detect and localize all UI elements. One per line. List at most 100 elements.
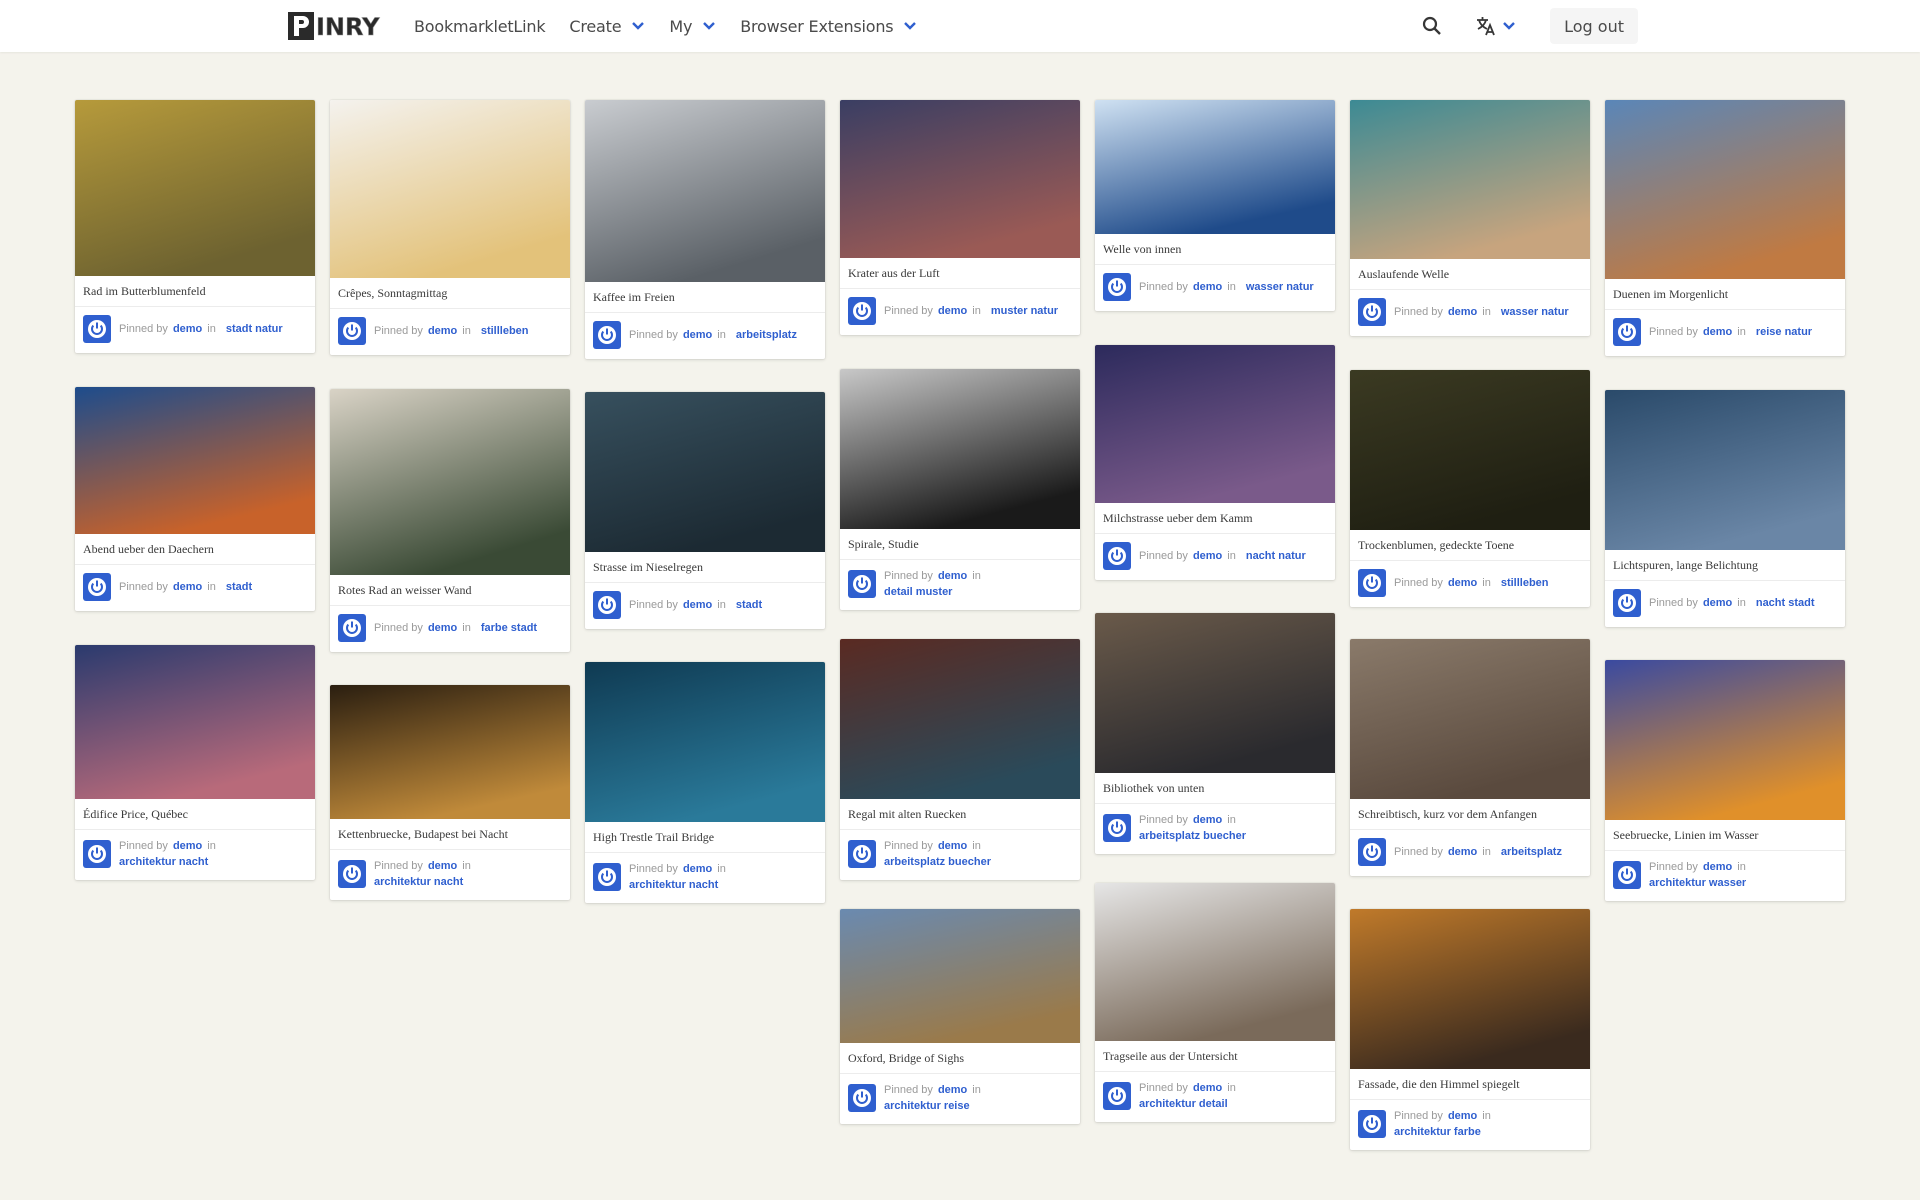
pin-card[interactable]: Kaffee im Freien Pinned by demo in arbeitspl… bbox=[585, 100, 825, 359]
pin-image[interactable] bbox=[840, 909, 1080, 1043]
pin-image[interactable] bbox=[330, 389, 570, 575]
avatar[interactable] bbox=[83, 573, 111, 601]
avatar[interactable] bbox=[1103, 1082, 1131, 1110]
pin-image[interactable] bbox=[1350, 370, 1590, 530]
pin-image[interactable] bbox=[1605, 100, 1845, 279]
pin-image[interactable] bbox=[840, 100, 1080, 258]
pin-user-link[interactable]: demo bbox=[1448, 577, 1477, 589]
pin-card[interactable]: Welle von innen Pinned by demo in wasser nat… bbox=[1095, 100, 1335, 311]
pin-boards-link[interactable]: stillleben bbox=[1501, 577, 1549, 589]
avatar[interactable] bbox=[83, 840, 111, 868]
pin-boards-link[interactable]: stillleben bbox=[481, 325, 529, 337]
pin-user-link[interactable]: demo bbox=[1703, 597, 1732, 609]
pin-user-link[interactable]: demo bbox=[938, 305, 967, 317]
pin-boards-link[interactable]: muster natur bbox=[991, 305, 1058, 317]
pin-user-link[interactable]: demo bbox=[683, 329, 712, 341]
pin-card[interactable]: High Trestle Trail Bridge Pinned by demo in… bbox=[585, 662, 825, 903]
pin-card[interactable]: Lichtspuren, lange Belichtung Pinned by de… bbox=[1605, 390, 1845, 627]
avatar[interactable] bbox=[1358, 569, 1386, 597]
pin-user-link[interactable]: demo bbox=[1193, 1082, 1222, 1094]
pin-user-link[interactable]: demo bbox=[1193, 281, 1222, 293]
pin-user-link[interactable]: demo bbox=[683, 599, 712, 611]
pin-boards-link[interactable]: reise natur bbox=[1756, 326, 1812, 338]
pin-image[interactable] bbox=[585, 392, 825, 552]
avatar[interactable] bbox=[83, 315, 111, 343]
pin-card[interactable]: Bibliothek von unten Pinned by demo in arbei… bbox=[1095, 613, 1335, 854]
avatar[interactable] bbox=[1103, 273, 1131, 301]
pin-card[interactable]: Duenen im Morgenlicht Pinned by demo in reis… bbox=[1605, 100, 1845, 356]
pin-image[interactable] bbox=[75, 645, 315, 799]
pin-card[interactable]: Rotes Rad an weisser Wand Pinned by demo in… bbox=[330, 389, 570, 652]
avatar[interactable] bbox=[1103, 814, 1131, 842]
pin-boards-link[interactable]: arbeitsplatz buecher bbox=[884, 856, 991, 868]
pin-boards-link[interactable]: nacht stadt bbox=[1756, 597, 1815, 609]
avatar[interactable] bbox=[338, 860, 366, 888]
pin-user-link[interactable]: demo bbox=[1193, 550, 1222, 562]
pin-boards-link[interactable]: stadt bbox=[226, 581, 252, 593]
pin-boards-link[interactable]: architektur reise bbox=[884, 1100, 970, 1112]
pin-image[interactable] bbox=[840, 369, 1080, 529]
avatar[interactable] bbox=[593, 591, 621, 619]
pin-user-link[interactable]: demo bbox=[428, 860, 457, 872]
pin-image[interactable] bbox=[585, 662, 825, 822]
pin-boards-link[interactable]: stadt bbox=[736, 599, 762, 611]
pin-boards-link[interactable]: architektur farbe bbox=[1394, 1126, 1481, 1138]
avatar[interactable] bbox=[1613, 589, 1641, 617]
pin-user-link[interactable]: demo bbox=[1448, 1110, 1477, 1122]
pin-image[interactable] bbox=[1605, 660, 1845, 820]
avatar[interactable] bbox=[338, 317, 366, 345]
pin-user-link[interactable]: demo bbox=[428, 325, 457, 337]
pin-card[interactable]: Schreibtisch, kurz vor dem Anfangen Pinne… bbox=[1350, 639, 1590, 876]
pin-user-link[interactable]: demo bbox=[938, 840, 967, 852]
pin-image[interactable] bbox=[1095, 100, 1335, 234]
pin-boards-link[interactable]: detail muster bbox=[884, 586, 952, 598]
pin-user-link[interactable]: demo bbox=[938, 1084, 967, 1096]
pin-boards-link[interactable]: arbeitsplatz bbox=[1501, 846, 1562, 858]
avatar[interactable] bbox=[1613, 861, 1641, 889]
pin-image[interactable] bbox=[330, 685, 570, 819]
pin-image[interactable] bbox=[585, 100, 825, 282]
pin-card[interactable]: Trockenblumen, gedeckte Toene Pinned by de… bbox=[1350, 370, 1590, 607]
pin-image[interactable] bbox=[1350, 100, 1590, 259]
pin-image[interactable] bbox=[1095, 613, 1335, 773]
pin-user-link[interactable]: demo bbox=[683, 863, 712, 875]
pin-card[interactable]: Seebruecke, Linien im Wasser Pinned by dem… bbox=[1605, 660, 1845, 901]
pin-boards-link[interactable]: arbeitsplatz bbox=[736, 329, 797, 341]
avatar[interactable] bbox=[1613, 318, 1641, 346]
pin-image[interactable] bbox=[1350, 639, 1590, 799]
pin-boards-link[interactable]: architektur wasser bbox=[1649, 877, 1746, 889]
avatar[interactable] bbox=[848, 297, 876, 325]
pin-boards-link[interactable]: architektur nacht bbox=[119, 856, 208, 868]
pin-card[interactable]: Fassade, die den Himmel spiegelt Pinned b… bbox=[1350, 909, 1590, 1150]
avatar[interactable] bbox=[1358, 838, 1386, 866]
pin-boards-link[interactable]: architektur detail bbox=[1139, 1098, 1228, 1110]
pin-boards-link[interactable]: wasser natur bbox=[1246, 281, 1314, 293]
pin-user-link[interactable]: demo bbox=[1448, 846, 1477, 858]
pin-boards-link[interactable]: farbe stadt bbox=[481, 622, 537, 634]
pin-boards-link[interactable]: nacht natur bbox=[1246, 550, 1306, 562]
avatar[interactable] bbox=[1358, 298, 1386, 326]
pin-card[interactable]: Abend ueber den Daechern Pinned by demo in s… bbox=[75, 387, 315, 611]
pin-image[interactable] bbox=[75, 100, 315, 276]
pin-user-link[interactable]: demo bbox=[173, 323, 202, 335]
avatar[interactable] bbox=[338, 614, 366, 642]
pin-image[interactable] bbox=[1095, 345, 1335, 503]
pin-user-link[interactable]: demo bbox=[1193, 814, 1222, 826]
pin-card[interactable]: Krater aus der Luft Pinned by demo in muster… bbox=[840, 100, 1080, 335]
pin-card[interactable]: Rad im Butterblumenfeld Pinned by demo in st… bbox=[75, 100, 315, 353]
pin-card[interactable]: Milchstrasse ueber dem Kamm Pinned by demo… bbox=[1095, 345, 1335, 580]
pin-card[interactable]: Strasse im Nieselregen Pinned by demo in sta… bbox=[585, 392, 825, 629]
pin-card[interactable]: Auslaufende Welle Pinned by demo in wasser n… bbox=[1350, 100, 1590, 336]
pin-user-link[interactable]: demo bbox=[1448, 306, 1477, 318]
pin-image[interactable] bbox=[330, 100, 570, 278]
avatar[interactable] bbox=[1358, 1110, 1386, 1138]
pin-user-link[interactable]: demo bbox=[173, 581, 202, 593]
avatar[interactable] bbox=[848, 1084, 876, 1112]
pin-user-link[interactable]: demo bbox=[1703, 861, 1732, 873]
pin-card[interactable]: Tragseile aus der Untersicht Pinned by dem… bbox=[1095, 883, 1335, 1122]
pin-boards-link[interactable]: wasser natur bbox=[1501, 306, 1569, 318]
avatar[interactable] bbox=[593, 321, 621, 349]
pin-image[interactable] bbox=[75, 387, 315, 534]
pin-image[interactable] bbox=[1095, 883, 1335, 1041]
pin-user-link[interactable]: demo bbox=[938, 570, 967, 582]
